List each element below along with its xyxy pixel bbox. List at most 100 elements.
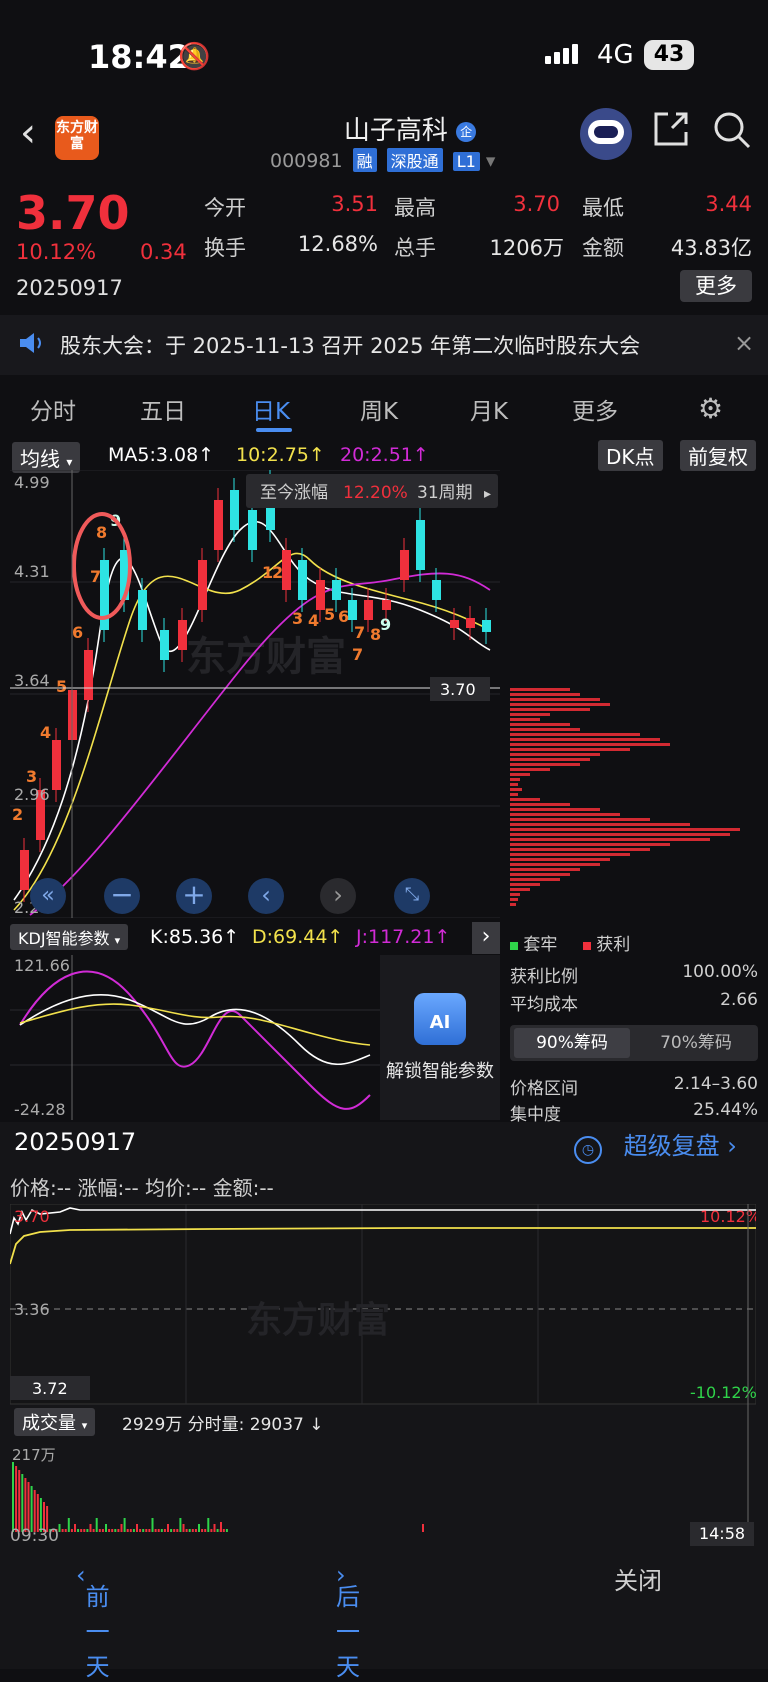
volume-bar xyxy=(95,1518,98,1532)
price-range-label: 价格区间 xyxy=(510,1079,578,1099)
zoom-in-icon[interactable]: + xyxy=(176,878,212,914)
nine-turn-label: 3 xyxy=(292,609,303,628)
volume-bar xyxy=(173,1529,176,1532)
share-icon[interactable] xyxy=(652,110,690,157)
dk-point-button[interactable]: DK点 xyxy=(598,440,663,471)
kdj-bar: KDJ智能参数 ▾ K:85.36↑ D:69.44↑ J:117.21↑ › xyxy=(0,922,500,954)
volume-bar xyxy=(86,1529,89,1532)
low-label: 最低 xyxy=(582,196,624,220)
nine-turn-label: 7 xyxy=(354,623,365,642)
chip-90-button[interactable]: 90%筹码 xyxy=(514,1028,630,1058)
chip-bar xyxy=(510,763,580,766)
last-price: 3.70 xyxy=(16,186,130,240)
back-icon[interactable]: ‹ xyxy=(20,110,36,156)
notice-text: 股东大会：于 2025-11-13 召开 2025 年第二次临时股东大会 xyxy=(60,334,641,358)
kdj-d: D:69.44↑ xyxy=(252,926,344,948)
assistant-avatar[interactable] xyxy=(580,108,632,160)
stock-code-row[interactable]: 000981 融 深股通 L1 ▾ xyxy=(270,148,495,172)
review-price-top: 3.70 xyxy=(14,1207,50,1226)
chip-bar xyxy=(510,793,518,796)
chip-bar xyxy=(510,898,518,901)
pan-right-icon[interactable]: › xyxy=(320,878,356,914)
tab-intraday[interactable]: 分时 xyxy=(30,392,76,426)
kline-chart[interactable]: 东方财富 234567891234567897 3.70 4.99 4.31 3… xyxy=(10,468,500,919)
y-tick: 4.31 xyxy=(14,562,50,581)
candle-body xyxy=(198,560,207,610)
candle-body xyxy=(84,650,93,700)
nine-turn-label: 4 xyxy=(40,723,51,742)
chip-bar xyxy=(510,868,580,871)
candle-body xyxy=(52,740,61,790)
collapse-left-icon[interactable]: « xyxy=(30,878,66,914)
candle-body xyxy=(160,630,169,660)
chip-bar xyxy=(510,853,630,856)
super-review-link[interactable]: ◷ 超级复盘 › xyxy=(574,1126,737,1164)
prev-day-button[interactable]: ‹ 前一天 xyxy=(76,1561,110,1681)
super-review-label: 超级复盘 xyxy=(623,1132,720,1160)
volume-bar xyxy=(201,1529,204,1532)
volume-value: 1206万 xyxy=(489,236,564,260)
range-pct: 12.20% xyxy=(343,483,408,503)
volume-bar xyxy=(98,1529,101,1532)
stock-name: 山子高科 xyxy=(343,116,448,146)
tag-level: L1 xyxy=(452,152,480,171)
tab-more[interactable]: 更多 xyxy=(572,392,618,426)
zoom-out-icon[interactable]: − xyxy=(104,878,140,914)
pan-left-icon[interactable]: ‹ xyxy=(248,878,284,914)
more-button[interactable]: 更多 xyxy=(680,270,752,302)
volume-bar xyxy=(101,1529,104,1532)
chevron-right-icon: ▸ xyxy=(484,486,491,502)
nine-turn-label: 7 xyxy=(90,567,101,586)
tab-daily-k[interactable]: 日K xyxy=(252,392,290,426)
kdj-selector[interactable]: KDJ智能参数 ▾ xyxy=(10,924,129,950)
chip-70-button[interactable]: 70%筹码 xyxy=(638,1028,754,1058)
volume-bar xyxy=(123,1518,126,1532)
speaker-icon xyxy=(18,331,46,359)
chip-bar xyxy=(510,693,580,696)
volume-chart: 217万 xyxy=(10,1442,756,1532)
settings-gear-icon[interactable]: ⚙ xyxy=(698,392,723,425)
close-button[interactable]: 关闭 xyxy=(614,1561,662,1596)
volume-bar xyxy=(139,1529,142,1532)
chip-bar xyxy=(510,708,590,711)
volume-bar xyxy=(15,1466,18,1532)
kdj-y-top: 121.66 xyxy=(14,956,70,975)
volume-bar xyxy=(120,1524,123,1532)
ai-params-card[interactable]: AI 解锁智能参数 xyxy=(380,955,500,1120)
kdj-chart[interactable]: 121.66 -24.28 xyxy=(10,955,380,1120)
fullscreen-icon[interactable]: ⤡ xyxy=(394,878,430,914)
candle-body xyxy=(282,550,291,590)
volume-selector[interactable]: 成交量 ▾ xyxy=(14,1408,96,1436)
expand-right-icon[interactable]: › xyxy=(472,922,500,954)
search-icon[interactable] xyxy=(712,110,752,159)
adjust-button[interactable]: 前复权 xyxy=(680,440,756,471)
chip-bar xyxy=(510,838,710,841)
tab-monthly-k[interactable]: 月K xyxy=(470,392,508,426)
period-tabs: 分时 五日 日K 周K 月K 更多 ⚙ xyxy=(0,378,768,438)
ma-selector[interactable]: 均线 ▾ xyxy=(12,442,81,473)
avg-cost-label: 平均成本 xyxy=(510,995,578,1015)
close-icon[interactable]: × xyxy=(734,329,754,357)
tab-five-day[interactable]: 五日 xyxy=(140,392,186,426)
notice-banner[interactable]: 股东大会：于 2025-11-13 召开 2025 年第二次临时股东大会 × xyxy=(0,315,768,375)
volume-bar xyxy=(136,1524,138,1532)
volume-bar xyxy=(126,1529,129,1532)
current-price-label: 3.70 xyxy=(440,680,476,699)
review-mid: 3.36 xyxy=(14,1300,50,1319)
chip-bar xyxy=(510,768,550,771)
chip-bar xyxy=(510,843,670,846)
volume-max: 217万 xyxy=(12,1446,56,1464)
candle-body xyxy=(178,620,187,650)
volume-bar xyxy=(422,1524,424,1532)
volume-bar xyxy=(188,1529,191,1532)
active-tab-indicator xyxy=(256,428,292,432)
next-day-button[interactable]: 后一天 › xyxy=(336,1561,360,1681)
tag-margin: 融 xyxy=(352,148,377,172)
chip-bar xyxy=(510,828,740,831)
candle-body xyxy=(348,600,357,620)
tab-weekly-k[interactable]: 周K xyxy=(360,392,398,426)
candle-body xyxy=(214,500,223,550)
volume-bar xyxy=(163,1529,166,1532)
volume-bar xyxy=(185,1529,188,1532)
chip-bar xyxy=(510,903,516,906)
